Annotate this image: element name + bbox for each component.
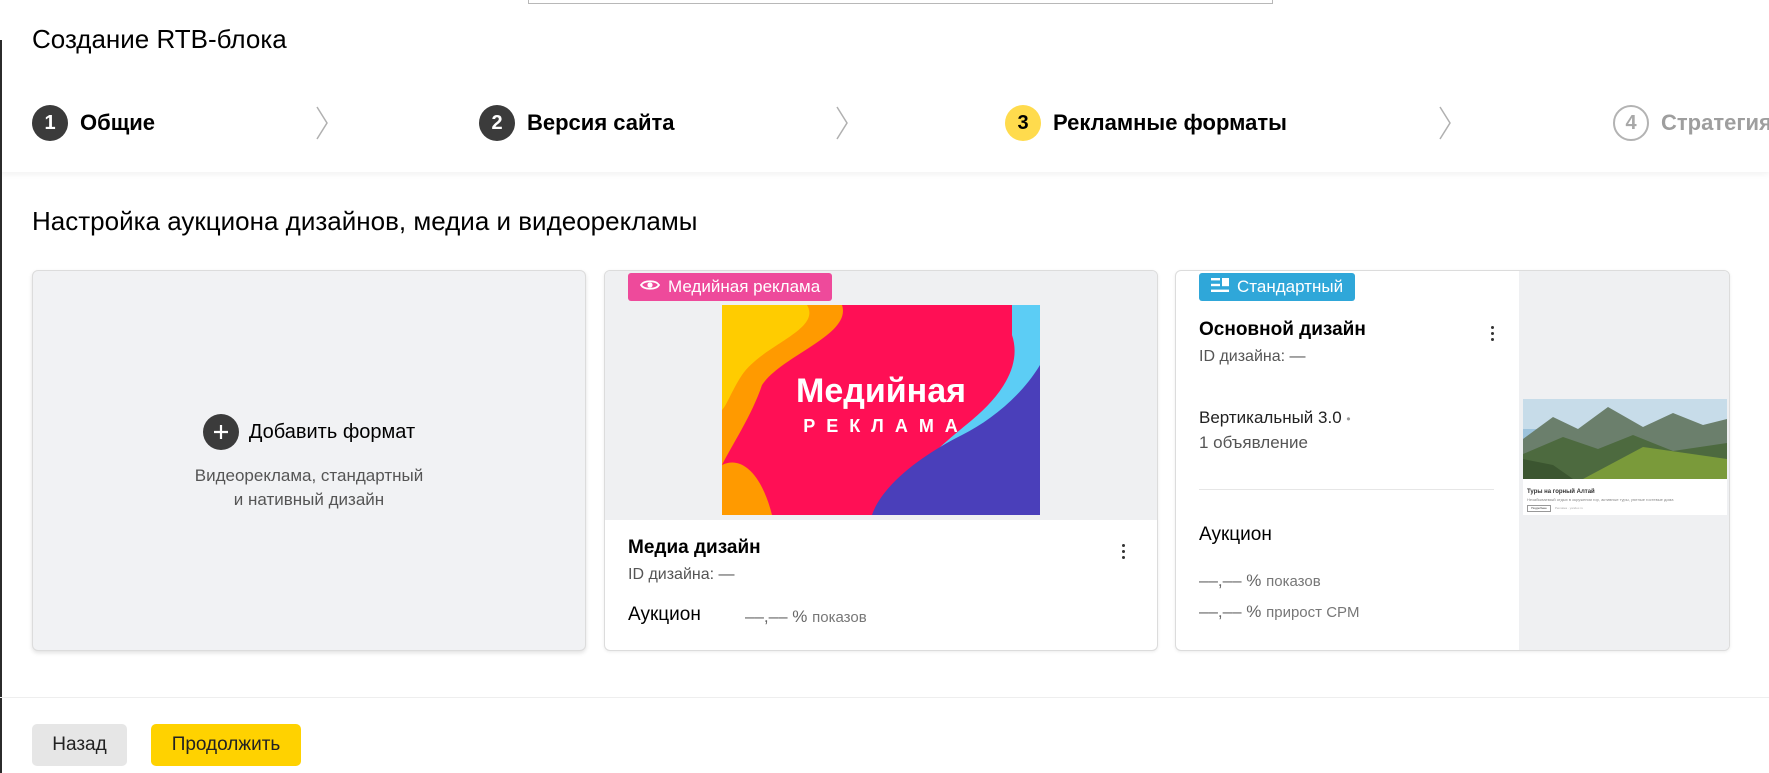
step-site-version[interactable]: 2 Версия сайта: [479, 105, 675, 141]
chevron-right-icon: [834, 105, 850, 141]
design-meta: Вертикальный 3.0 • 1 объявление: [1199, 406, 1351, 455]
step-number: 4: [1613, 105, 1649, 141]
impressions-metric: ––,–– % показов: [745, 607, 867, 627]
artwork-subtitle: РЕКЛАМА: [803, 416, 969, 436]
footer-divider: [0, 697, 1769, 698]
step-strategy[interactable]: 4 Стратегия: [1613, 105, 1769, 141]
format-name: Вертикальный 3.0: [1199, 408, 1342, 427]
step-number: 3: [1005, 105, 1041, 141]
cpm-growth-metric: ––,–– % прирост CPM: [1199, 602, 1360, 622]
design-title: Медиа дизайн: [628, 537, 761, 558]
standard-badge: Стандартный: [1199, 273, 1356, 301]
chevron-right-icon: [1437, 105, 1453, 141]
badge-label: Стандартный: [1237, 277, 1344, 296]
more-options-icon[interactable]: [1482, 321, 1502, 345]
window-edge: [0, 40, 2, 773]
metric-unit: показов: [812, 609, 867, 626]
step-label: Рекламные форматы: [1053, 110, 1287, 135]
description-line: Видеореклама, стандартный: [194, 466, 424, 485]
media-design-card[interactable]: Медийная реклама Медийная РЕКЛАМА Медиа …: [604, 270, 1158, 651]
media-preview-area: Медийная реклама Медийная РЕКЛАМА: [605, 271, 1157, 520]
design-id: ID дизайна: —: [628, 566, 735, 584]
top-search-field[interactable]: [528, 0, 1273, 4]
add-format-card[interactable]: Добавить формат Видеореклама, стандартны…: [32, 270, 586, 651]
step-ad-formats[interactable]: 3 Рекламные форматы: [1005, 105, 1287, 141]
impressions-metric: ––,–– % показов: [1199, 571, 1321, 591]
metric-value: ––,–– %: [745, 607, 808, 626]
design-title: Основной дизайн: [1199, 319, 1366, 340]
add-format-description: Видеореклама, стандартный и нативный диз…: [33, 464, 585, 512]
metric-value: ––,–– %: [1199, 602, 1262, 621]
auction-label: Аукцион: [1199, 524, 1272, 545]
design-id: ID дизайна: —: [1199, 348, 1306, 366]
ads-count: 1 объявление: [1199, 433, 1308, 452]
stepper: 1 Общие 2 Версия сайта 3 Рекламные форма…: [32, 105, 1769, 141]
page-header: Создание RTB-блока 1 Общие 2 Версия сайт…: [0, 0, 1769, 172]
step-general[interactable]: 1 Общие: [32, 105, 155, 141]
media-ad-badge: Медийная реклама: [628, 273, 833, 301]
rtb-block-creation-page: Создание RTB-блока 1 Общие 2 Версия сайт…: [0, 0, 1769, 773]
artwork-title: Медийная: [796, 372, 966, 410]
description-line: и нативный дизайн: [233, 490, 385, 509]
section-title: Настройка аукциона дизайнов, медиа и вид…: [32, 206, 698, 236]
id-value: —: [718, 566, 735, 583]
preview-headline: Туры на горный Алтай: [1527, 489, 1595, 495]
list-layout-icon: [1211, 277, 1229, 298]
metric-value: ––,–– %: [1199, 571, 1262, 590]
ad-preview: Туры на горный Алтай Незабываемый отдых …: [1523, 399, 1727, 515]
id-value: —: [1289, 348, 1306, 365]
separator-dot: •: [1346, 412, 1351, 426]
chevron-right-icon: [314, 105, 330, 141]
eye-icon: [639, 277, 661, 297]
add-format-content: Добавить формат Видеореклама, стандартны…: [33, 414, 585, 512]
id-label: ID дизайна:: [628, 566, 715, 583]
media-ad-artwork: Медийная РЕКЛАМА: [722, 305, 1040, 515]
preview-note: Реклама · yandex.ru: [1555, 506, 1583, 510]
add-format-title: Добавить формат: [248, 420, 416, 443]
step-number: 1: [32, 105, 68, 141]
step-label: Общие: [80, 110, 156, 135]
preview-button: Подробнее: [1527, 505, 1551, 512]
standard-design-card[interactable]: Стандартный Основной дизайн ID дизайна: …: [1175, 270, 1730, 651]
step-number: 2: [479, 105, 515, 141]
badge-label: Медийная реклама: [668, 277, 821, 296]
continue-button[interactable]: Продолжить: [151, 724, 301, 766]
metric-unit: прирост CPM: [1266, 604, 1360, 621]
more-options-icon[interactable]: [1113, 539, 1133, 563]
plus-icon: [202, 414, 239, 450]
step-label: Стратегия: [1661, 110, 1769, 135]
preview-subtitle: Незабываемый отдых в окружении гор, акти…: [1527, 497, 1674, 502]
divider: [1199, 489, 1494, 490]
back-button[interactable]: Назад: [32, 724, 127, 766]
metric-unit: показов: [1266, 573, 1321, 590]
design-preview-area: Туры на горный Алтай Незабываемый отдых …: [1519, 271, 1729, 650]
id-label: ID дизайна:: [1199, 348, 1286, 365]
step-label: Версия сайта: [527, 110, 675, 135]
auction-label: Аукцион: [628, 604, 701, 625]
page-title: Создание RTB-блока: [32, 24, 287, 54]
